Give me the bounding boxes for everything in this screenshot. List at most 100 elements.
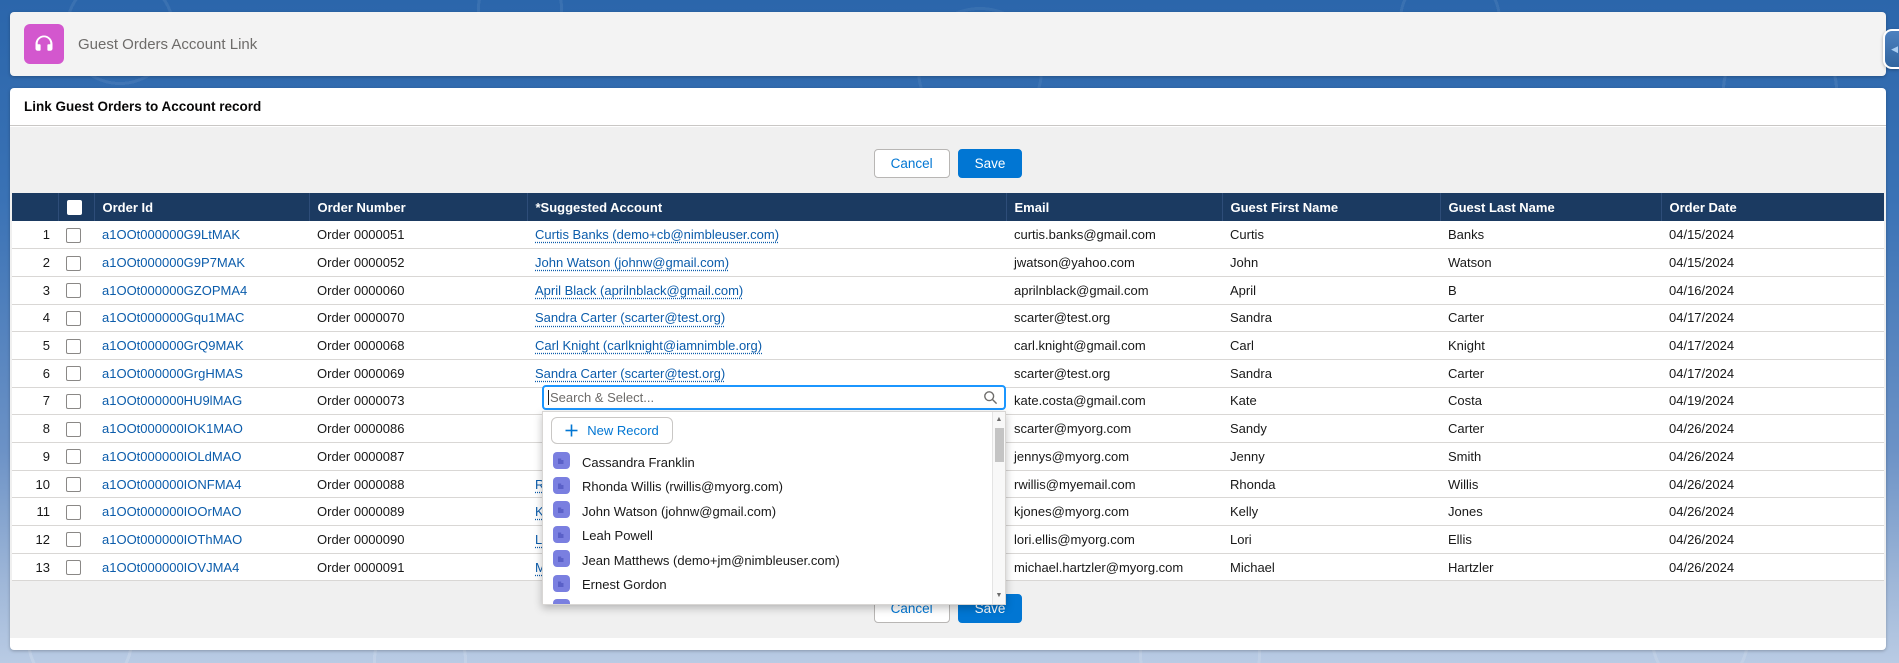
- order-id-link[interactable]: a1OOt000000G9LtMAK: [102, 227, 240, 242]
- email-cell: michael.hartzler@myorg.com: [1006, 553, 1222, 581]
- col-order-id: Order Id: [94, 193, 309, 221]
- plus-icon: [565, 424, 578, 437]
- search-icon: [983, 390, 998, 405]
- row-checkbox[interactable]: [66, 422, 81, 437]
- last-name-cell: Banks: [1440, 221, 1661, 249]
- lookup-option[interactable]: Rhonda Willis (rwillis@myorg.com): [543, 475, 1005, 500]
- order-id-link[interactable]: a1OOt000000HU9lMAG: [102, 393, 242, 408]
- account-avatar-icon: [553, 452, 570, 472]
- order-id-link[interactable]: a1OOt000000GrQ9MAK: [102, 338, 244, 353]
- email-cell: kate.costa@gmail.com: [1006, 387, 1222, 415]
- last-name-cell: Willis: [1440, 470, 1661, 498]
- text-caret: [548, 390, 549, 405]
- suggested-account-link[interactable]: April Black (aprilnblack@gmail.com): [535, 283, 743, 298]
- lookup-option-label: Cassandra Franklin: [582, 455, 695, 470]
- suggested-account-cell: Curtis Banks (demo+cb@nimbleuser.com): [527, 221, 1006, 249]
- row-checkbox[interactable]: [66, 256, 81, 271]
- table-row: 6a1OOt000000GrgHMASOrder 0000069Sandra C…: [12, 359, 1884, 387]
- order-number-cell: Order 0000088: [309, 470, 527, 498]
- row-number: 8: [12, 415, 58, 443]
- order-date-cell: 04/15/2024: [1661, 249, 1884, 277]
- order-date-cell: 04/26/2024: [1661, 470, 1884, 498]
- order-number-cell: Order 0000086: [309, 415, 527, 443]
- email-cell: jennys@myorg.com: [1006, 443, 1222, 471]
- row-checkbox[interactable]: [66, 505, 81, 520]
- scroll-down-icon[interactable]: ▼: [993, 590, 1005, 602]
- first-name-cell: Jenny: [1222, 443, 1440, 471]
- order-id-link[interactable]: a1OOt000000Gqu1MAC: [102, 310, 244, 325]
- order-number-cell: Order 0000051: [309, 221, 527, 249]
- table-row: 3a1OOt000000GZOPMA4Order 0000060April Bl…: [12, 276, 1884, 304]
- order-id-link[interactable]: a1OOt000000IOThMAO: [102, 532, 242, 547]
- page: { "app": { "title": "Guest Orders Accoun…: [0, 0, 1899, 663]
- email-cell: aprilnblack@gmail.com: [1006, 276, 1222, 304]
- row-number: 6: [12, 359, 58, 387]
- first-name-cell: Carl: [1222, 332, 1440, 360]
- row-checkbox[interactable]: [66, 228, 81, 243]
- order-id-cell: a1OOt000000GrgHMAS: [94, 359, 309, 387]
- row-checkbox[interactable]: [66, 366, 81, 381]
- row-checkbox[interactable]: [66, 394, 81, 409]
- order-id-link[interactable]: a1OOt000000GrgHMAS: [102, 366, 243, 381]
- first-name-cell: Lori: [1222, 526, 1440, 554]
- order-number-cell: Order 0000070: [309, 304, 527, 332]
- order-date-cell: 04/16/2024: [1661, 276, 1884, 304]
- scroll-thumb[interactable]: [995, 428, 1004, 462]
- suggested-account-link[interactable]: Carl Knight (carlknight@iamnimble.org): [535, 338, 762, 353]
- checkbox-cell: [58, 498, 94, 526]
- order-id-link[interactable]: a1OOt000000GZOPMA4: [102, 283, 247, 298]
- order-number-cell: Order 0000068: [309, 332, 527, 360]
- lookup-options-list: Cassandra Franklin Rhonda Willis (rwillis…: [543, 450, 1005, 605]
- row-checkbox[interactable]: [66, 477, 81, 492]
- order-id-link[interactable]: a1OOt000000G9P7MAK: [102, 255, 245, 270]
- last-name-cell: Ellis: [1440, 526, 1661, 554]
- scroll-up-icon[interactable]: ▲: [993, 414, 1005, 426]
- order-id-link[interactable]: a1OOt000000IOK1MAO: [102, 421, 243, 436]
- account-lookup: New Record Cassandra Franklin Rhonda Will…: [542, 385, 1006, 605]
- lookup-option[interactable]: Cassandra Franklin: [543, 450, 1005, 475]
- row-checkbox[interactable]: [66, 532, 81, 547]
- order-date-cell: 04/17/2024: [1661, 304, 1884, 332]
- order-id-link[interactable]: a1OOt000000IOOrMAO: [102, 504, 241, 519]
- lookup-option[interactable]: [543, 597, 1005, 605]
- row-checkbox[interactable]: [66, 311, 81, 326]
- lookup-option[interactable]: Ernest Gordon: [543, 573, 1005, 598]
- search-input[interactable]: [542, 385, 1006, 410]
- lookup-option[interactable]: Leah Powell: [543, 524, 1005, 549]
- new-record-button[interactable]: New Record: [551, 417, 673, 444]
- last-name-cell: Watson: [1440, 249, 1661, 277]
- suggested-account-link[interactable]: Sandra Carter (scarter@test.org): [535, 310, 725, 325]
- lookup-option[interactable]: Jean Matthews (demo+jm@nimbleuser.com): [543, 548, 1005, 573]
- lookup-option[interactable]: John Watson (johnw@gmail.com): [543, 499, 1005, 524]
- lookup-dropdown-panel: New Record Cassandra Franklin Rhonda Will…: [542, 411, 1006, 605]
- email-cell: jwatson@yahoo.com: [1006, 249, 1222, 277]
- suggested-account-cell: Sandra Carter (scarter@test.org): [527, 359, 1006, 387]
- row-checkbox[interactable]: [66, 283, 81, 298]
- order-id-link[interactable]: a1OOt000000IOLdMAO: [102, 449, 241, 464]
- row-number: 12: [12, 526, 58, 554]
- cancel-button[interactable]: Cancel: [874, 149, 950, 178]
- collapse-panel-handle[interactable]: ◀: [1883, 29, 1899, 69]
- order-id-link[interactable]: a1OOt000000IONFMA4: [102, 477, 241, 492]
- checkbox-cell: [58, 387, 94, 415]
- col-order-date: Order Date: [1661, 193, 1884, 221]
- account-avatar-icon: [553, 526, 570, 546]
- row-checkbox[interactable]: [66, 339, 81, 354]
- dropdown-scrollbar[interactable]: ▲ ▼: [992, 412, 1005, 604]
- order-id-cell: a1OOt000000G9LtMAK: [94, 221, 309, 249]
- email-cell: curtis.banks@gmail.com: [1006, 221, 1222, 249]
- save-button[interactable]: Save: [958, 149, 1023, 178]
- lookup-option-label: John Watson (johnw@gmail.com): [582, 504, 776, 519]
- lookup-option-label: Leah Powell: [582, 528, 653, 543]
- order-number-cell: Order 0000089: [309, 498, 527, 526]
- order-id-link[interactable]: a1OOt000000IOVJMA4: [102, 560, 239, 575]
- suggested-account-link[interactable]: Curtis Banks (demo+cb@nimbleuser.com): [535, 227, 779, 242]
- suggested-account-link[interactable]: Sandra Carter (scarter@test.org): [535, 366, 725, 381]
- table-row: 2a1OOt000000G9P7MAKOrder 0000052John Wat…: [12, 249, 1884, 277]
- email-cell: rwillis@myemail.com: [1006, 470, 1222, 498]
- suggested-account-link[interactable]: John Watson (johnw@gmail.com): [535, 255, 729, 270]
- checkbox-cell: [58, 249, 94, 277]
- row-checkbox[interactable]: [66, 449, 81, 464]
- select-all-checkbox[interactable]: [67, 200, 82, 215]
- row-checkbox[interactable]: [66, 560, 81, 575]
